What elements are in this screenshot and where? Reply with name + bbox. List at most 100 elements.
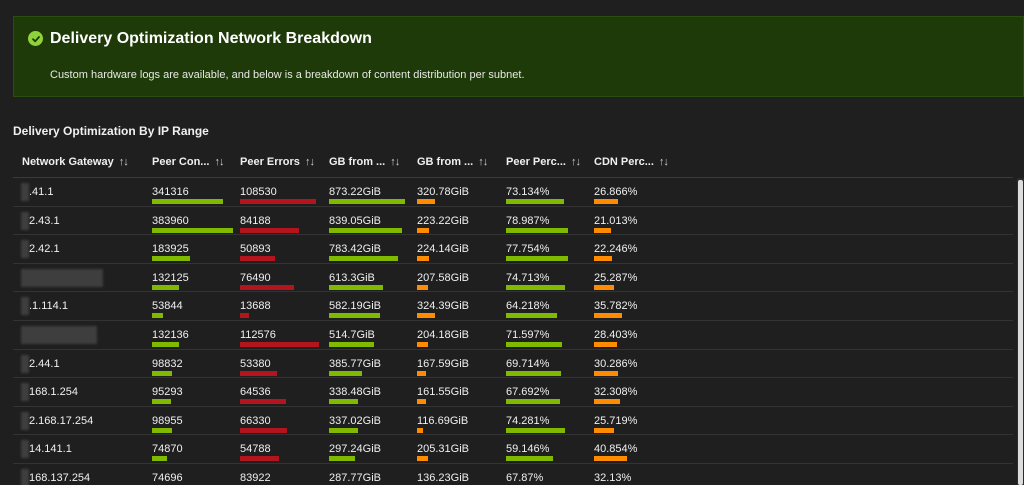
bar-peer-connections <box>152 370 172 376</box>
bar-cdn-percent <box>594 199 618 204</box>
table-row[interactable]: 2.42.1 183925 50893 783.42GiB 224.14GiB 77.75… <box>13 235 1013 264</box>
sort-arrows-icon[interactable]: ↑↓ <box>305 156 315 168</box>
table-row[interactable]: 168.137.254 74696 83922 287.77GiB 136.23GiB 6… <box>13 464 1013 485</box>
table-row[interactable]: 2.168.17.254 98955 66330 337.02GiB 116.69GiB… <box>13 407 1013 436</box>
table-row[interactable]: 132136 112576 514.7GiB 204.18GiB 71.597% 28.4… <box>13 321 1013 350</box>
scrollbar-thumb[interactable] <box>1018 180 1023 485</box>
bar-peer-connections <box>152 313 163 319</box>
bar-peer-errors <box>240 313 249 319</box>
redacted-gateway-prefix <box>21 440 29 459</box>
bar-peer-connections <box>152 256 190 262</box>
cell-peer-connections: 95293 <box>152 386 183 399</box>
bar-peer-connections <box>152 456 167 462</box>
column-header-peer-errors[interactable]: Peer Errors ↑↓ <box>240 156 315 168</box>
cell-gb-from-cdn: 116.69GiB <box>417 414 469 427</box>
cell-network-gateway: 2.168.17.254 <box>29 414 94 427</box>
table-row[interactable]: 14.141.1 74870 54788 297.24GiB 205.31GiB 59.1… <box>13 435 1013 464</box>
cell-peer-errors: 76490 <box>240 271 271 284</box>
cell-peer-connections: 132136 <box>152 328 189 341</box>
cell-cdn-percent: 40.854% <box>594 443 638 456</box>
bar-gb-from-cdn <box>417 256 429 262</box>
cell-network-gateway: 2.44.1 <box>29 357 60 370</box>
column-header-label: Peer Perc... <box>506 156 566 168</box>
column-header-peer-connections[interactable]: Peer Con... ↑↓ <box>152 156 224 168</box>
bar-peer-percent <box>506 370 561 376</box>
bar-peer-errors <box>240 399 286 405</box>
sort-arrows-icon[interactable]: ↑↓ <box>214 156 224 168</box>
bar-peer-percent <box>506 341 562 347</box>
sort-arrows-icon[interactable]: ↑↓ <box>478 156 488 168</box>
bar-peer-percent <box>506 227 568 233</box>
bar-cdn-percent <box>594 370 618 376</box>
column-header-gb-from-peers[interactable]: GB from ... ↑↓ <box>329 156 400 168</box>
redacted-gateway-prefix <box>21 211 29 230</box>
cell-cdn-percent: 25.719% <box>594 414 638 427</box>
sort-arrows-icon[interactable]: ↑↓ <box>571 156 581 168</box>
bar-gb-from-cdn <box>417 399 426 405</box>
cell-gb-from-cdn: 136.23GiB <box>417 471 469 484</box>
bar-gb-from-peers <box>329 456 355 462</box>
cell-peer-percent: 78.987% <box>506 214 550 227</box>
bar-cdn-percent <box>594 341 617 347</box>
bar-peer-percent <box>506 199 564 204</box>
ip-range-table: Network Gateway ↑↓ Peer Con... ↑↓ Peer Err… <box>13 150 1013 485</box>
cell-peer-errors: 66330 <box>240 414 271 427</box>
bar-peer-percent <box>506 313 557 319</box>
redacted-gateway-prefix <box>21 240 29 259</box>
column-header-label: Peer Errors <box>240 156 300 168</box>
table-row[interactable]: 2.43.1 383960 84188 839.05GiB 223.22GiB 78.98… <box>13 207 1013 236</box>
bar-peer-errors <box>240 284 294 290</box>
cell-gb-from-peers: 337.02GiB <box>329 414 381 427</box>
bar-gb-from-cdn <box>417 341 428 347</box>
bar-cdn-percent <box>594 256 612 262</box>
bar-peer-errors <box>240 427 287 433</box>
cell-peer-errors: 112576 <box>240 328 276 341</box>
cell-gb-from-peers: 297.24GiB <box>329 443 381 456</box>
bar-gb-from-cdn <box>417 227 429 233</box>
redacted-gateway-prefix <box>21 468 29 485</box>
cell-network-gateway: 168.1.254 <box>29 386 78 399</box>
bar-cdn-percent <box>594 456 627 462</box>
table-row[interactable]: .41.1 341316 108530 873.22GiB 320.78GiB 73.13… <box>13 178 1013 207</box>
redacted-gateway-prefix <box>21 297 29 316</box>
column-header-peer-percent[interactable]: Peer Perc... ↑↓ <box>506 156 581 168</box>
table-row[interactable]: 168.1.254 95293 64536 338.48GiB 161.55GiB 67.… <box>13 378 1013 407</box>
table-row[interactable]: 132125 76490 613.3GiB 207.58GiB 74.713% 25.28… <box>13 264 1013 293</box>
bar-peer-connections <box>152 199 223 204</box>
column-header-label: Peer Con... <box>152 156 210 168</box>
table-row[interactable]: 2.44.1 98832 53380 385.77GiB 167.59GiB 69.714… <box>13 350 1013 379</box>
cell-gb-from-cdn: 320.78GiB <box>417 186 469 198</box>
column-header-network-gateway[interactable]: Network Gateway ↑↓ <box>22 156 129 168</box>
sort-arrows-icon[interactable]: ↑↓ <box>390 156 400 168</box>
cell-gb-from-cdn: 205.31GiB <box>417 443 469 456</box>
column-header-label: CDN Perc... <box>594 156 654 168</box>
cell-peer-connections: 132125 <box>152 271 189 284</box>
cell-cdn-percent: 32.13% <box>594 471 632 484</box>
cell-gb-from-peers: 338.48GiB <box>329 386 381 399</box>
cell-cdn-percent: 30.286% <box>594 357 638 370</box>
table-row[interactable]: .1.114.1 53844 13688 582.19GiB 324.39GiB 64.2… <box>13 292 1013 321</box>
column-header-label: GB from ... <box>417 156 474 168</box>
bar-peer-percent <box>506 284 565 290</box>
table-body: .41.1 341316 108530 873.22GiB 320.78GiB 73.13… <box>13 178 1013 485</box>
bar-peer-percent <box>506 256 568 262</box>
sort-arrows-icon[interactable]: ↑↓ <box>659 156 669 168</box>
bar-peer-connections <box>152 399 171 405</box>
cell-peer-percent: 69.714% <box>506 357 550 370</box>
bar-cdn-percent <box>594 284 614 290</box>
cell-peer-percent: 74.713% <box>506 271 550 284</box>
redacted-gateway <box>21 268 103 287</box>
cell-peer-percent: 67.692% <box>506 386 550 399</box>
cell-gb-from-peers: 582.19GiB <box>329 300 381 313</box>
bar-peer-errors <box>240 227 299 233</box>
bar-gb-from-peers <box>329 399 358 405</box>
cell-peer-percent: 74.281% <box>506 414 550 427</box>
cell-network-gateway: 2.43.1 <box>29 214 60 227</box>
banner-subtitle: Custom hardware logs are available, and … <box>50 69 525 81</box>
sort-arrows-icon[interactable]: ↑↓ <box>119 156 129 168</box>
cell-network-gateway: 14.141.1 <box>29 443 72 456</box>
cell-peer-connections: 98955 <box>152 414 183 427</box>
column-header-cdn-percent[interactable]: CDN Perc... ↑↓ <box>594 156 669 168</box>
bar-peer-connections <box>152 284 179 290</box>
column-header-gb-from-cdn[interactable]: GB from ... ↑↓ <box>417 156 488 168</box>
